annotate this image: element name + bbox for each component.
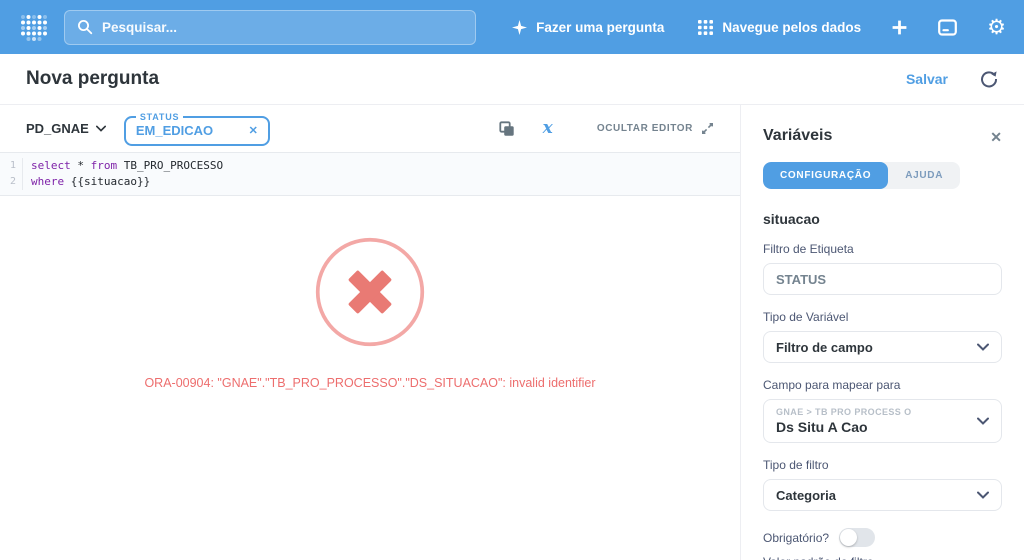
grid-icon [698, 19, 714, 35]
variable-tag-legend: STATUS [139, 111, 180, 122]
browse-data-label: Navegue pelos dados [722, 19, 862, 35]
sql-line: 2 where {{situacao}} [0, 174, 740, 190]
sql-star: * [77, 159, 84, 172]
variable-tag[interactable]: STATUS EM_EDICAO ✕ [123, 111, 270, 146]
remove-tag-icon[interactable]: ✕ [249, 124, 258, 137]
map-field-label: Campo para mapear para [763, 378, 901, 392]
content: PD_GNAE STATUS EM_EDICAO ✕ x OCULTAR EDI… [0, 105, 1024, 560]
query-result: ORA-00904: "GNAE"."TB_PRO_PROCESSO"."DS_… [0, 196, 740, 560]
ask-question-button[interactable]: Fazer uma pergunta [512, 19, 665, 35]
variable-type-label: Tipo de Variável [763, 310, 849, 324]
metabase-app: Fazer uma pergunta Navegue pelos dados [0, 0, 1024, 560]
sql-text: select * from TB_PRO_PROCESSO [23, 158, 223, 174]
search-icon [78, 20, 93, 35]
sidebar-tabs: CONFIGURAÇÃO AJUDA [763, 162, 961, 189]
ask-question-label: Fazer uma pergunta [536, 19, 665, 35]
map-field-path: GNAE > TB PRO PROCESS O [776, 407, 912, 417]
terminal-icon [938, 18, 958, 36]
filter-type-label: Tipo de filtro [763, 458, 829, 472]
tab-ajuda[interactable]: AJUDA [888, 162, 960, 189]
page-title: Nova pergunta [26, 68, 160, 89]
database-picker[interactable]: PD_GNAE [26, 121, 106, 136]
map-field-select[interactable]: GNAE > TB PRO PROCESS O Ds Situ A Cao [763, 399, 1002, 443]
line-number: 2 [9, 176, 16, 187]
error-message: ORA-00904: "GNAE"."TB_PRO_PROCESSO"."DS_… [144, 376, 596, 390]
map-field-lines: GNAE > TB PRO PROCESS O Ds Situ A Cao [776, 407, 911, 435]
sidebar-title: Variáveis [763, 127, 833, 144]
filter-type-select[interactable]: Categoria [763, 479, 1002, 511]
close-icon[interactable]: ✕ [990, 129, 1002, 146]
error-icon [315, 237, 425, 347]
variable-tag-value: EM_EDICAO [135, 122, 214, 138]
sparkle-plus-icon [512, 19, 528, 35]
variable-type-select[interactable]: Filtro de campo [763, 331, 1002, 363]
hide-editor-label: OCULTAR EDITOR [596, 123, 693, 134]
filter-type-value: Categoria [776, 487, 836, 503]
variable-type-value: Filtro de campo [776, 339, 873, 355]
sql-keyword: select [31, 159, 71, 172]
chevron-down-icon [977, 343, 989, 351]
sql-keyword: where [31, 175, 65, 188]
variables-button[interactable]: x [543, 120, 553, 137]
save-button[interactable]: Salvar [906, 71, 948, 87]
label-filter-label: Filtro de Etiqueta [763, 242, 854, 256]
hide-editor-button[interactable]: OCULTAR EDITOR [597, 122, 714, 135]
search-input[interactable] [102, 19, 463, 35]
database-name: PD_GNAE [26, 121, 89, 136]
default-value-label: Valor padrão do filtro [763, 555, 1002, 560]
sql-editor[interactable]: 1 select * from TB_PRO_PROCESSO 2 where … [0, 152, 740, 196]
map-field-value: Ds Situ A Cao [776, 419, 868, 435]
sql-keyword: from [90, 159, 118, 172]
required-row: Obrigatório? [763, 528, 1002, 547]
page-header: Nova pergunta Salvar [0, 54, 1024, 105]
snippets-icon [499, 120, 514, 136]
metabase-logo-icon[interactable] [18, 12, 48, 42]
gear-icon: ⚙ [987, 15, 1006, 39]
sql-line: 1 select * from TB_PRO_PROCESSO [0, 158, 740, 174]
sql-editor-button[interactable] [938, 18, 958, 36]
variables-sidebar: ✕ Variáveis CONFIGURAÇÃO AJUDA situacao … [740, 105, 1024, 560]
main-panel: PD_GNAE STATUS EM_EDICAO ✕ x OCULTAR EDI… [0, 105, 740, 560]
chevron-down-icon [977, 417, 989, 425]
sql-variable: {{situacao}} [70, 175, 151, 188]
label-filter-input[interactable] [763, 263, 1002, 295]
snippets-button[interactable] [499, 120, 515, 137]
refresh-button[interactable] [980, 70, 998, 88]
search-bar[interactable] [64, 9, 476, 45]
required-toggle[interactable] [839, 528, 876, 547]
collapse-icon [701, 122, 713, 134]
refresh-icon [981, 71, 998, 88]
browse-data-button[interactable]: Navegue pelos dados [698, 19, 862, 35]
sql-text: where {{situacao}} [23, 174, 150, 190]
new-item-button[interactable] [891, 19, 908, 36]
chevron-down-icon [977, 491, 989, 499]
variable-name: situacao [763, 211, 820, 227]
required-label: Obrigatório? [763, 530, 830, 545]
chevron-down-icon [95, 125, 106, 132]
sql-table: TB_PRO_PROCESSO [123, 159, 224, 172]
variables-icon: x [542, 118, 553, 138]
plus-icon [892, 20, 907, 34]
editor-toolbar: PD_GNAE STATUS EM_EDICAO ✕ x OCULTAR EDI… [0, 105, 740, 152]
line-number: 1 [9, 160, 16, 171]
tab-configuracao[interactable]: CONFIGURAÇÃO [763, 162, 889, 189]
logo-dots [21, 15, 47, 41]
toggle-knob [840, 529, 858, 546]
settings-button[interactable]: ⚙ [987, 17, 1006, 38]
top-nav: Fazer uma pergunta Navegue pelos dados [0, 0, 1024, 54]
